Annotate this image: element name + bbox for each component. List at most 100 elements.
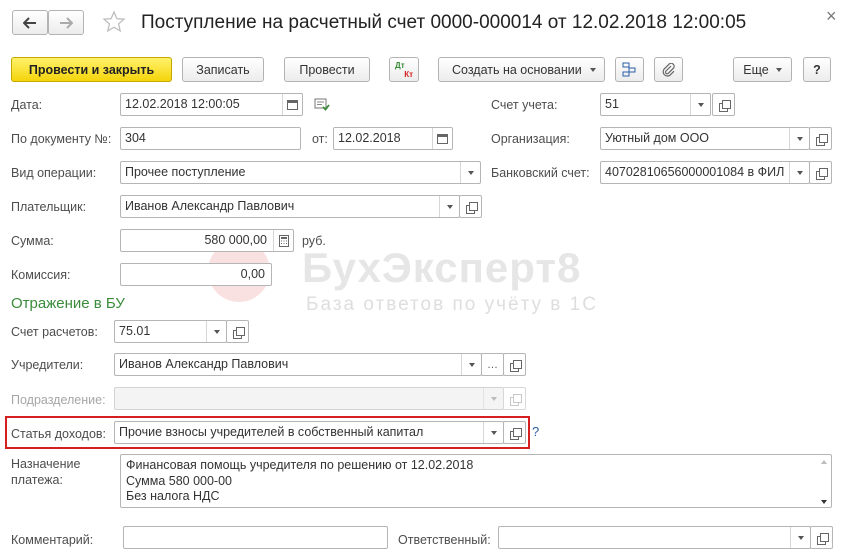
founders-dropdown[interactable] [461, 354, 481, 375]
section-title: Отражение в БУ [11, 295, 125, 312]
date-field[interactable]: 12.02.2018 12:00:05 [120, 93, 303, 116]
bank-account-label: Банковский счет: [491, 166, 590, 180]
dt-kt-icon: Дт Кт [395, 60, 413, 79]
responsible-field[interactable] [498, 526, 811, 549]
bank-account-field[interactable]: 40702810656000001084 в ФИЛ [600, 161, 810, 184]
calculator-button[interactable] [273, 230, 293, 251]
operation-type-dropdown[interactable] [460, 162, 480, 183]
open-icon [509, 427, 522, 440]
open-icon [232, 326, 245, 339]
subdivision-open-button [503, 387, 526, 410]
textarea-scrollbar[interactable] [821, 460, 829, 504]
help-link[interactable]: ? [532, 424, 539, 439]
purpose-line: Финансовая помощь учредителя по решению … [126, 458, 474, 472]
arrow-right-icon [60, 16, 73, 29]
purpose-label-line2: платежа: [11, 473, 63, 487]
account-open-button[interactable] [712, 93, 735, 116]
currency-label: руб. [302, 234, 326, 248]
structure-icon [622, 62, 636, 77]
income-item-field[interactable]: Прочие взносы учредителей в собственный … [114, 421, 504, 444]
attach-button[interactable] [654, 57, 683, 82]
watermark-brand: БухЭксперт8 [302, 244, 582, 291]
settlement-account-open-button[interactable] [226, 320, 249, 343]
paperclip-icon [662, 62, 675, 77]
open-icon [815, 167, 828, 180]
settlement-account-field[interactable]: 75.01 [114, 320, 227, 343]
organization-field[interactable]: Уютный дом ООО [600, 127, 810, 150]
subdivision-label: Подразделение: [11, 393, 106, 407]
sum-label: Сумма: [11, 234, 54, 248]
purpose-label-line1: Назначение [11, 457, 81, 471]
status-check-icon [314, 98, 330, 111]
chevron-down-icon [589, 67, 596, 72]
account-field[interactable]: 51 [600, 93, 711, 116]
post-and-close-button[interactable]: Провести и закрыть [11, 57, 172, 82]
doc-number-label: По документу №: [11, 132, 112, 146]
help-button[interactable]: ? [803, 57, 831, 82]
open-icon [509, 359, 522, 372]
chevron-down-icon [796, 170, 803, 175]
income-item-dropdown[interactable] [483, 422, 503, 443]
income-item-label: Статья доходов: [11, 427, 107, 441]
founders-select-button[interactable]: … [481, 353, 504, 376]
scroll-down-icon[interactable] [821, 500, 827, 504]
chevron-down-icon [490, 396, 497, 401]
save-button[interactable]: Записать [182, 57, 264, 82]
purpose-textarea[interactable]: Финансовая помощь учредителя по решению … [120, 454, 832, 508]
operation-type-field[interactable]: Прочее поступление [120, 161, 481, 184]
chevron-down-icon [490, 430, 497, 435]
purpose-line: Без налога НДС [126, 489, 220, 503]
calendar-icon [287, 100, 298, 110]
chevron-down-icon [213, 329, 220, 334]
back-button[interactable] [12, 10, 48, 35]
payer-dropdown[interactable] [439, 196, 459, 217]
chevron-down-icon [797, 535, 804, 540]
create-based-on-button[interactable]: Создать на основании [438, 57, 605, 82]
subdivision-field [114, 387, 504, 410]
sum-field[interactable]: 580 000,00 [120, 229, 294, 252]
chevron-down-icon [467, 170, 474, 175]
post-button[interactable]: Провести [284, 57, 370, 82]
calendar-button[interactable] [282, 94, 302, 115]
calendar-icon [437, 134, 448, 144]
responsible-open-button[interactable] [810, 526, 833, 549]
close-icon[interactable]: × [826, 6, 837, 27]
payer-open-button[interactable] [459, 195, 482, 218]
open-icon [465, 201, 478, 214]
chevron-down-icon [796, 136, 803, 141]
more-button[interactable]: Еще [733, 57, 792, 82]
organization-dropdown[interactable] [789, 128, 809, 149]
founders-open-button[interactable] [503, 353, 526, 376]
settlement-account-dropdown[interactable] [206, 321, 226, 342]
chevron-down-icon [468, 362, 475, 367]
open-icon [815, 133, 828, 146]
doc-number-field[interactable]: 304 [120, 127, 301, 150]
payer-label: Плательщик: [11, 200, 87, 214]
subdivision-dropdown [483, 388, 503, 409]
operation-type-label: Вид операции: [11, 166, 97, 180]
organization-open-button[interactable] [809, 127, 832, 150]
account-label: Счет учета: [491, 98, 558, 112]
responsible-dropdown[interactable] [790, 527, 810, 548]
structure-button[interactable] [615, 57, 644, 82]
payer-field[interactable]: Иванов Александр Павлович [120, 195, 460, 218]
star-icon[interactable] [102, 10, 126, 34]
date-label: Дата: [11, 98, 43, 112]
founders-label: Учредители: [11, 358, 84, 372]
doc-date-field[interactable]: 12.02.2018 [333, 127, 453, 150]
forward-button[interactable] [48, 10, 84, 35]
account-dropdown[interactable] [690, 94, 710, 115]
dt-kt-button[interactable]: Дт Кт [389, 57, 419, 82]
bank-account-dropdown[interactable] [789, 162, 809, 183]
income-item-open-button[interactable] [503, 421, 526, 444]
chevron-down-icon [775, 67, 782, 72]
scroll-up-icon[interactable] [821, 460, 827, 464]
founders-field[interactable]: Иванов Александр Павлович [114, 353, 482, 376]
commission-field[interactable]: 0,00 [120, 263, 272, 286]
chevron-down-icon [697, 102, 704, 107]
open-icon [509, 393, 522, 406]
calendar-button[interactable] [432, 128, 452, 149]
open-icon [718, 99, 731, 112]
comment-field[interactable] [123, 526, 388, 549]
bank-account-open-button[interactable] [809, 161, 832, 184]
